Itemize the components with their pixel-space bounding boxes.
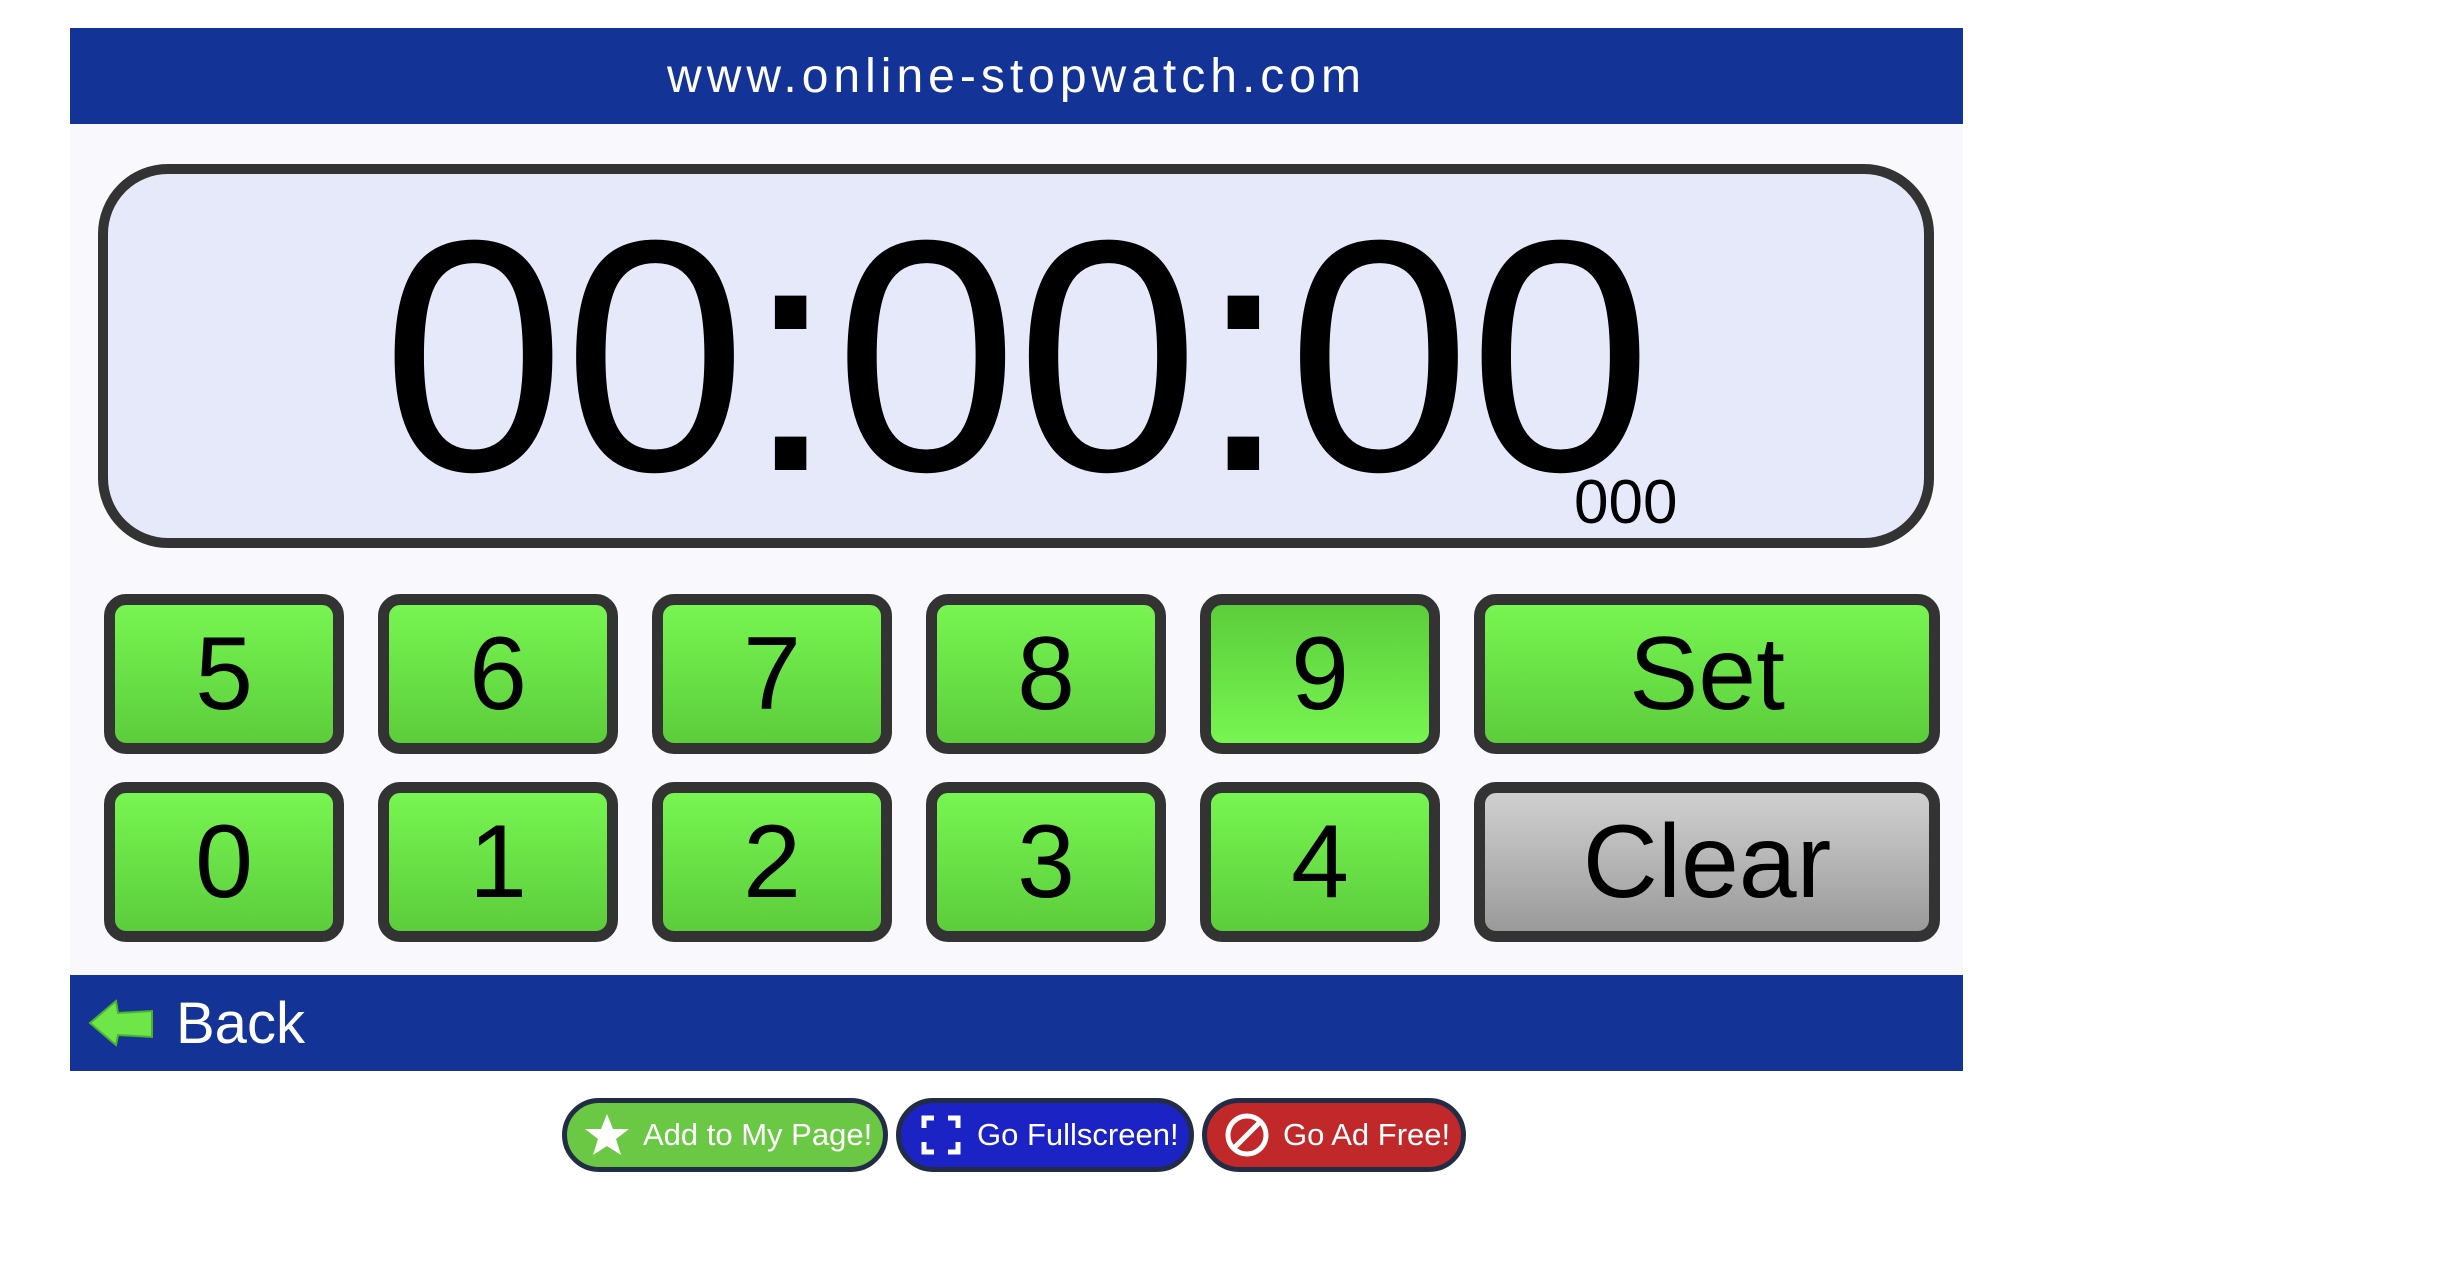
star-icon: [581, 1109, 633, 1161]
go-ad-free-label: Go Ad Free!: [1283, 1117, 1451, 1152]
digit-2-button[interactable]: 2: [652, 782, 892, 942]
no-ads-icon: [1221, 1109, 1273, 1161]
add-to-my-page-label: Add to My Page!: [643, 1117, 873, 1152]
digit-1-button[interactable]: 1: [378, 782, 618, 942]
go-fullscreen-label: Go Fullscreen!: [977, 1117, 1179, 1152]
digit-3-button[interactable]: 3: [926, 782, 1166, 942]
go-fullscreen-button[interactable]: Go Fullscreen!: [896, 1098, 1194, 1172]
add-to-my-page-button[interactable]: Add to My Page!: [562, 1098, 888, 1172]
set-button[interactable]: Set: [1474, 594, 1940, 754]
fullscreen-icon: [915, 1109, 967, 1161]
stopwatch-app: www.online-stopwatch.com 00:00:00 000 5 …: [70, 28, 1963, 1071]
digit-6-button[interactable]: 6: [378, 594, 618, 754]
digit-8-button[interactable]: 8: [926, 594, 1166, 754]
back-link[interactable]: Back: [88, 990, 305, 1057]
site-header: www.online-stopwatch.com: [70, 28, 1963, 124]
go-ad-free-button[interactable]: Go Ad Free!: [1202, 1098, 1466, 1172]
clear-button[interactable]: Clear: [1474, 782, 1940, 942]
digit-7-button[interactable]: 7: [652, 594, 892, 754]
back-label: Back: [176, 990, 305, 1056]
digit-4-button[interactable]: 4: [1200, 782, 1440, 942]
site-title: www.online-stopwatch.com: [667, 49, 1366, 103]
digit-9-button[interactable]: 9: [1200, 594, 1440, 754]
site-footer: Back: [70, 975, 1963, 1071]
digit-0-button[interactable]: 0: [104, 782, 344, 942]
arrow-left-icon: [88, 997, 154, 1049]
time-display: 00:00:00 000: [98, 164, 1934, 548]
digit-5-button[interactable]: 5: [104, 594, 344, 754]
milliseconds-readout: 000: [1574, 468, 1678, 537]
